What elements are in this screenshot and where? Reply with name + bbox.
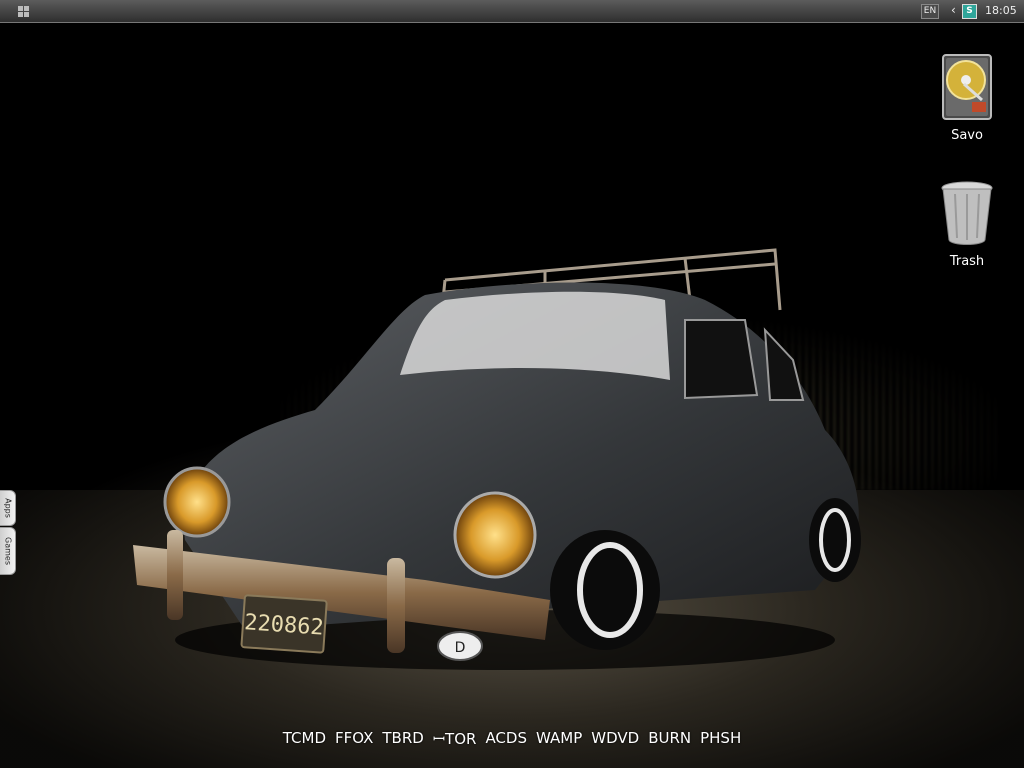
desktop-icon-label: Trash: [949, 254, 985, 269]
dock-item-phsh[interactable]: PHSH: [700, 729, 741, 759]
dock-item-wdvd[interactable]: WDVD: [591, 729, 639, 759]
language-indicator[interactable]: EN: [921, 4, 939, 19]
trash-icon: [941, 181, 993, 245]
wallpaper-car: 220862 D: [133, 248, 861, 670]
app-menu-icon[interactable]: [18, 6, 29, 17]
dock-item-tcmd[interactable]: TCMD: [283, 729, 326, 759]
desktop-icon-savo[interactable]: Savo: [932, 54, 1002, 143]
hard-drive-icon: [942, 54, 992, 120]
desktop-icon-label: Savo: [951, 128, 983, 143]
dock-item-utor[interactable]: ꟷTOR: [433, 729, 477, 759]
side-tab-apps[interactable]: Apps: [0, 490, 16, 526]
country-badge-text: D: [455, 640, 466, 656]
top-panel: EN ‹ S 18:05: [0, 0, 1024, 23]
desktop[interactable]: 220862 D EN ‹ S 18:05 Savo Trash Apps Ga…: [0, 0, 1024, 768]
dock-item-burn[interactable]: BURN: [648, 729, 691, 759]
dock: TCMD FFOX TBRD ꟷTOR ACDS WAMP WDVD BURN …: [262, 729, 762, 759]
side-tab-label: Games: [3, 537, 12, 565]
desktop-icon-trash[interactable]: Trash: [932, 180, 1002, 269]
tray-app-icon[interactable]: S: [962, 4, 977, 19]
dock-item-ffox[interactable]: FFOX: [335, 729, 373, 759]
side-tab-label: Apps: [3, 498, 12, 518]
dock-item-acds[interactable]: ACDS: [485, 729, 527, 759]
dock-item-wamp[interactable]: WAMP: [536, 729, 582, 759]
dock-item-tbrd[interactable]: TBRD: [382, 729, 423, 759]
side-tab-games[interactable]: Games: [0, 527, 16, 575]
tray-expand-icon[interactable]: ‹: [951, 3, 956, 17]
clock[interactable]: 18:05: [985, 4, 1017, 17]
